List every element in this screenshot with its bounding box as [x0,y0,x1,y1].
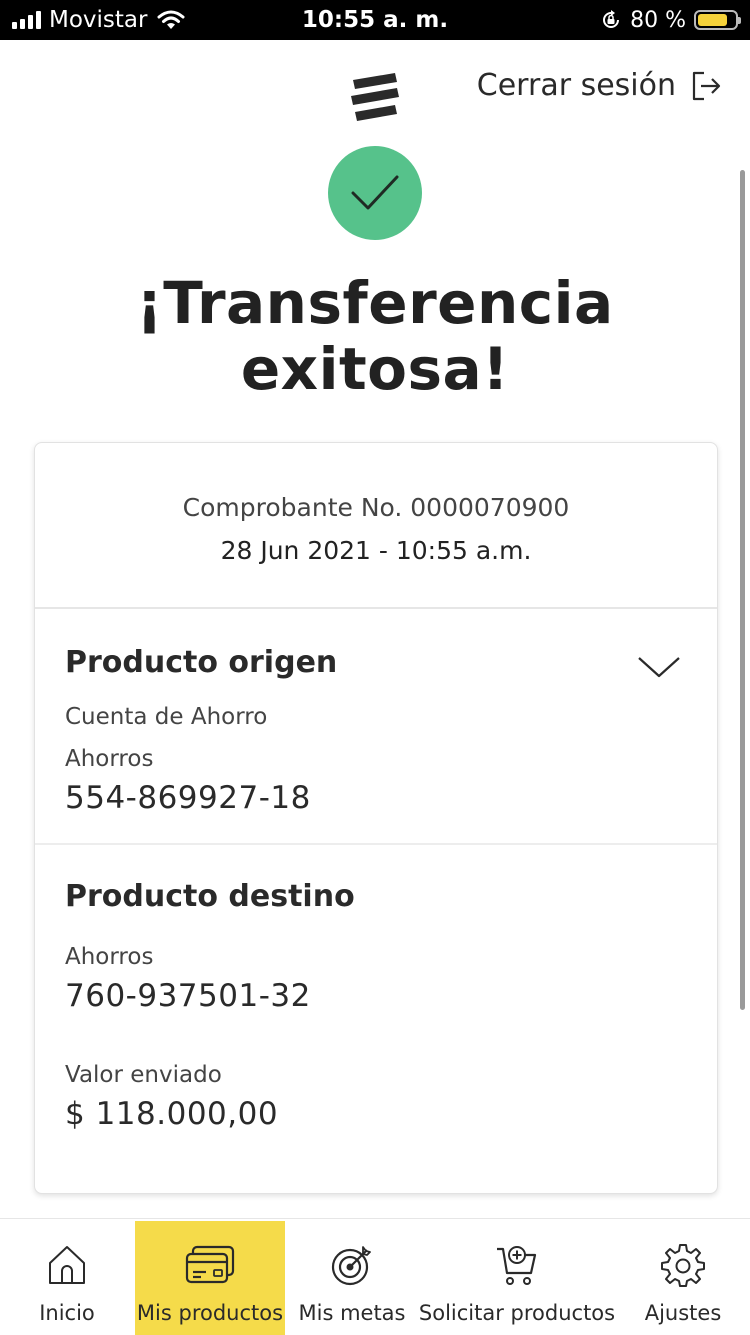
tab-inicio[interactable]: Inicio [8,1221,126,1335]
cart-add-icon [497,1246,537,1285]
receipt-number: Comprobante No. 0000070900 [182,493,570,522]
tab-mis-productos[interactable]: Mis productos [135,1221,285,1335]
logout-button[interactable]: Cerrar sesión [477,68,722,103]
amount-label: Valor enviado [65,1062,222,1088]
receipt-header: Comprobante No. 0000070900 28 Jun 2021 -… [35,443,717,609]
target-icon [331,1246,371,1286]
tab-mis-metas[interactable]: Mis metas [293,1221,411,1335]
scrollbar[interactable] [740,170,745,1010]
logout-icon [692,71,721,100]
destination-product-section: Producto destino Ahorros 760-937501-32 V… [35,845,717,1132]
tab-label-ajustes: Ajustes [644,1301,722,1325]
origin-title: Producto origen [65,645,338,680]
logout-label: Cerrar sesión [476,68,676,103]
tab-label-solicitar-productos: Solicitar productos [418,1301,616,1325]
origin-product-section: Producto origen Cuenta de Ahorro Ahorros… [35,609,717,845]
gear-icon [661,1244,705,1287]
bank-logo-icon [351,73,399,121]
title-line-1: ¡Transferencia [136,269,614,337]
tab-label-mis-productos: Mis productos [136,1301,284,1325]
origin-product-name: Cuenta de Ahorro [65,704,268,730]
check-icon [351,175,399,210]
tab-ajustes[interactable]: Ajustes [624,1221,742,1335]
amount-value: $ 118.000,00 [65,1096,279,1132]
home-icon [49,1246,85,1284]
tab-label-inicio: Inicio [39,1301,95,1325]
rotation-lock-icon [603,10,620,28]
destination-account-number: 760-937501-32 [65,978,311,1014]
title-line-2: exitosa! [240,335,510,403]
tab-label-mis-metas: Mis metas [298,1301,406,1325]
destination-title: Producto destino [65,879,355,914]
tab-solicitar-productos[interactable]: Solicitar productos [418,1221,616,1335]
transfer-receipt-card: Comprobante No. 0000070900 28 Jun 2021 -… [34,442,718,1194]
destination-account-type: Ahorros [65,944,154,970]
cards-icon [185,1245,235,1284]
status-right: 80 % [600,0,741,40]
battery-icon [694,10,741,30]
status-bar: Movistar 10:55 a. m. 80 % [0,0,750,40]
origin-account-type: Ahorros [65,746,154,772]
receipt-date: 28 Jun 2021 - 10:55 a.m. [220,536,532,565]
battery-level [698,14,727,26]
success-badge [328,146,422,240]
bottom-tab-bar: Inicio Mis productos Mis metas Solicitar… [0,1218,750,1335]
chevron-down-icon[interactable] [637,655,681,679]
page-title: ¡Transferencia exitosa! [0,270,750,402]
origin-account-number: 554-869927-18 [65,780,311,816]
battery-percent: 80 % [630,7,686,33]
